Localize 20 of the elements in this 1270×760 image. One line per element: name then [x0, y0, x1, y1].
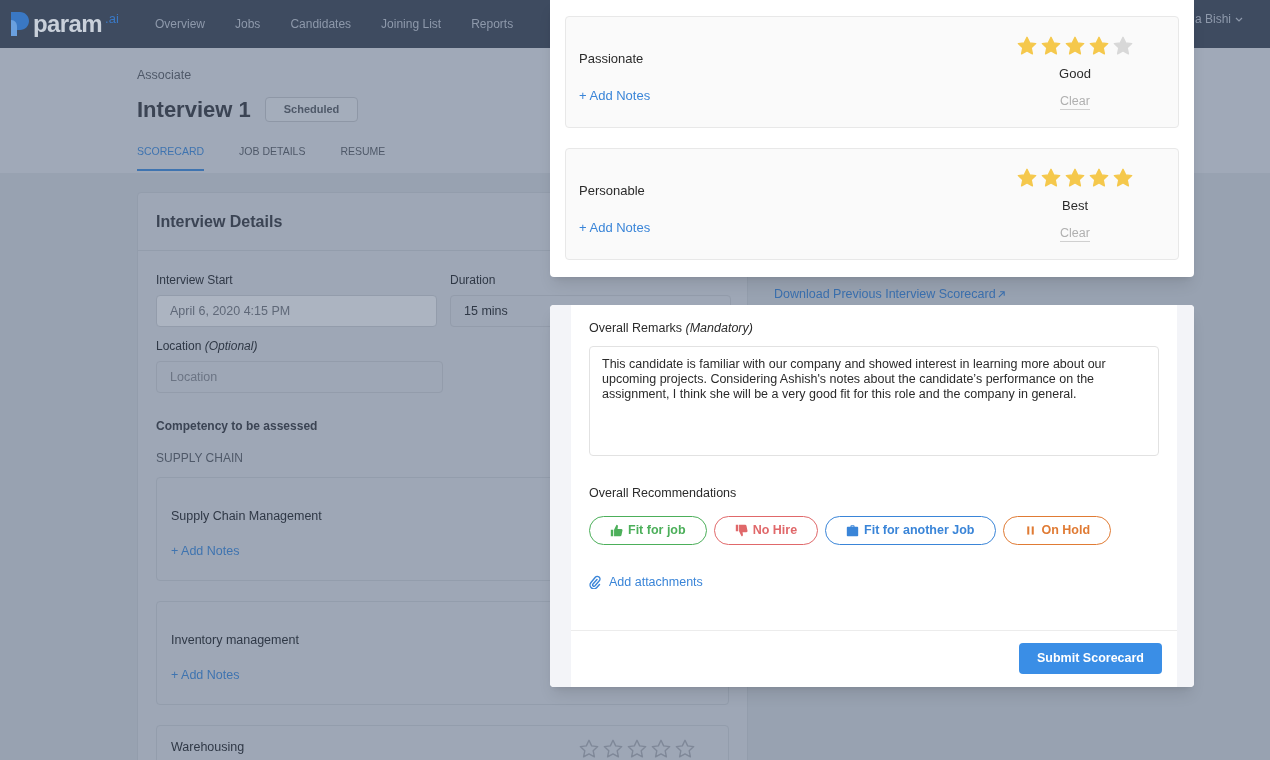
- logo-suffix: .ai: [105, 10, 119, 29]
- competency-name: Passionate: [579, 50, 645, 68]
- group-label: SUPPLY CHAIN: [156, 450, 244, 467]
- status-badge: Scheduled: [264, 97, 359, 122]
- section-heading: Competency to be assessed: [156, 418, 319, 435]
- card-title: Interview Details: [156, 211, 283, 232]
- field-label: Interview Start: [156, 272, 234, 289]
- rating-label: Best: [1062, 197, 1088, 215]
- page-title: Interview 1: [137, 95, 251, 124]
- field-label: Duration: [450, 272, 497, 289]
- competency-name: Inventory management: [171, 632, 299, 649]
- section-heading: Overall Recommendations: [589, 484, 738, 502]
- logo-text: param: [33, 12, 103, 36]
- competency-name: Warehousing: [171, 739, 245, 756]
- field-label: Overall Remarks (Mandatory): [589, 320, 754, 337]
- breadcrumb: Associate: [137, 67, 192, 84]
- field-label: Location (Optional): [156, 338, 259, 355]
- rating-label: Good: [1059, 65, 1091, 83]
- competency-name: Personable: [579, 182, 646, 200]
- competency-name: Supply Chain Management: [171, 508, 322, 525]
